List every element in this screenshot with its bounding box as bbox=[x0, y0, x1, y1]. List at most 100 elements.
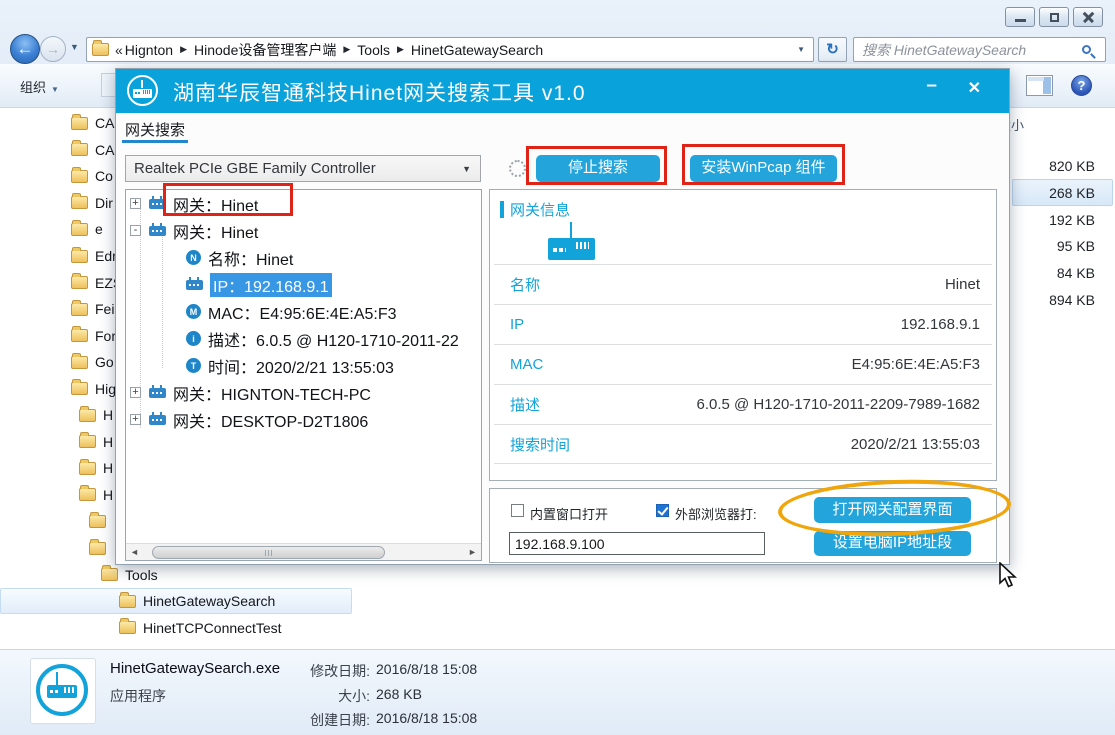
tree-row-description[interactable]: i 描述：6.0.5 @ H120-1710-2011-22 bbox=[126, 325, 481, 352]
app-icon bbox=[30, 658, 96, 724]
annotation-red-box-winpcap bbox=[682, 144, 845, 185]
toolbar-partial-button[interactable] bbox=[101, 73, 115, 97]
scroll-right-icon[interactable]: ► bbox=[464, 544, 481, 560]
dialog-minimize-button[interactable]: – bbox=[926, 75, 937, 97]
sidebar-folder-label: H bbox=[103, 434, 113, 450]
info-row-label: MAC bbox=[510, 356, 543, 373]
file-size-cell[interactable]: 820 KB bbox=[1012, 152, 1113, 179]
nav-history-dropdown[interactable]: ▼ bbox=[70, 42, 79, 52]
tree-label-selected: IP：192.168.9.1 bbox=[210, 273, 332, 297]
scrollbar-thumb[interactable] bbox=[152, 546, 385, 559]
router-icon bbox=[149, 388, 166, 398]
expander-icon[interactable]: + bbox=[130, 387, 141, 398]
file-size-cell[interactable]: 894 KB bbox=[1012, 286, 1113, 313]
breadcrumb-separator-icon: ▶ bbox=[397, 44, 404, 55]
file-size-cell[interactable]: 192 KB bbox=[1012, 206, 1113, 233]
folder-icon bbox=[79, 462, 96, 475]
tree-row-name[interactable]: N 名称：Hinet bbox=[126, 244, 481, 271]
file-size-cell[interactable]: 95 KB bbox=[1012, 232, 1113, 259]
expander-icon[interactable]: + bbox=[130, 414, 141, 425]
header-accent-bar bbox=[500, 201, 504, 218]
file-size-column: 820 KB 268 KB192 KB95 KB84 KB894 KB bbox=[1012, 152, 1113, 313]
info-row-label: 描述 bbox=[510, 394, 540, 415]
scroll-left-icon[interactable]: ◄ bbox=[126, 544, 143, 560]
back-arrow-icon: ← bbox=[17, 39, 34, 58]
file-size-cell[interactable]: 268 KB bbox=[1012, 179, 1113, 206]
folder-icon bbox=[79, 409, 96, 422]
sidebar-folder-label: Tools bbox=[125, 567, 158, 583]
window-close-button[interactable] bbox=[1073, 7, 1103, 27]
tree-row-mac[interactable]: M MAC：E4:95:6E:4E:A5:F3 bbox=[126, 298, 481, 325]
sidebar-folder-label: For bbox=[95, 328, 116, 344]
external-browser-checkbox[interactable] bbox=[656, 504, 669, 517]
window-maximize-button[interactable] bbox=[1039, 7, 1069, 27]
dialog-close-button[interactable]: ✕ bbox=[968, 78, 981, 98]
tree-row-gateway-desktop[interactable]: + 网关：DESKTOP-D2T1806 bbox=[126, 406, 481, 433]
info-row-label: IP bbox=[510, 316, 524, 333]
ip-address-input[interactable] bbox=[509, 532, 765, 555]
breadcrumb-overflow[interactable]: « bbox=[115, 42, 123, 58]
tree-row-time[interactable]: T 时间：2020/2/21 13:55:03 bbox=[126, 352, 481, 379]
nav-forward-button[interactable]: → bbox=[40, 36, 66, 62]
router-logo-icon bbox=[36, 664, 88, 716]
info-row-label: 名称 bbox=[510, 274, 540, 295]
breadcrumb-item-hinetgatewaysearch[interactable]: HinetGatewaySearch bbox=[411, 42, 543, 58]
dialog-titlebar[interactable]: 湖南华辰智通科技Hinet网关搜索工具 v1.0 – ✕ bbox=[116, 69, 1009, 113]
refresh-button[interactable]: ↻ bbox=[818, 37, 847, 62]
sidebar-folder-label: Go bbox=[95, 354, 114, 370]
expander-icon[interactable]: - bbox=[130, 225, 141, 236]
tree-row-gateway-hinet-2[interactable]: - 网关：Hinet bbox=[126, 217, 481, 244]
dialog-router-icon bbox=[127, 75, 158, 106]
tab-active-indicator bbox=[122, 140, 188, 143]
address-bar[interactable]: « Hignton ▶ Hinode设备管理客户端 ▶ Tools ▶ Hine… bbox=[86, 37, 814, 62]
tree-label: 网关：Hinet bbox=[173, 219, 258, 243]
breadcrumb-item-hignton[interactable]: Hignton bbox=[125, 42, 173, 58]
expander-icon[interactable]: + bbox=[130, 198, 141, 209]
tree-horizontal-scrollbar[interactable]: ◄ ► bbox=[126, 543, 481, 560]
tab-gateway-search[interactable]: 网关搜索 bbox=[125, 119, 185, 140]
search-box[interactable] bbox=[853, 37, 1106, 62]
address-dropdown-icon[interactable]: ▼ bbox=[797, 45, 805, 54]
file-size-cell[interactable]: 84 KB bbox=[1012, 259, 1113, 286]
info-row-value: E4:95:6E:4E:A5:F3 bbox=[852, 356, 980, 373]
sidebar-folder-item[interactable]: HinetTCPConnectTest bbox=[0, 614, 352, 641]
folder-icon bbox=[89, 542, 106, 555]
chevron-down-icon: ▼ bbox=[462, 164, 480, 174]
details-size-label: 大小: bbox=[288, 686, 370, 706]
time-marker-icon: T bbox=[186, 358, 201, 373]
sidebar-folder-label: H bbox=[103, 460, 113, 476]
tree-label: 时间：2020/2/21 13:55:03 bbox=[208, 354, 394, 378]
network-adapter-combobox[interactable]: Realtek PCIe GBE Family Controller ▼ bbox=[125, 155, 481, 182]
gateway-info-row: 名称 Hinet bbox=[494, 264, 992, 304]
breadcrumb-separator-icon: ▶ bbox=[180, 44, 187, 55]
minimize-icon bbox=[1015, 19, 1026, 22]
gateway-info-row: 搜索时间 2020/2/21 13:55:03 bbox=[494, 424, 992, 464]
sidebar-folder-label: Co bbox=[95, 168, 113, 184]
sidebar-folder-label: H bbox=[103, 487, 113, 503]
sidebar-folder-item[interactable]: Tools bbox=[0, 561, 352, 588]
router-icon bbox=[149, 226, 166, 236]
tree-label: 名称：Hinet bbox=[208, 246, 293, 270]
breadcrumb-item-hinode[interactable]: Hinode设备管理客户端 bbox=[194, 40, 336, 60]
file-size-value: 820 KB bbox=[1049, 158, 1095, 174]
breadcrumb-item-tools[interactable]: Tools bbox=[357, 42, 390, 58]
organize-button[interactable]: 组织▼ bbox=[20, 77, 59, 96]
tree-label: 网关：HIGNTON-TECH-PC bbox=[173, 381, 371, 405]
gateway-router-icon bbox=[548, 222, 608, 264]
change-view-icon[interactable] bbox=[1026, 75, 1053, 96]
gateway-info-row: 描述 6.0.5 @ H120-1710-2011-2209-7989-1682 bbox=[494, 384, 992, 424]
help-icon[interactable]: ? bbox=[1071, 75, 1092, 96]
gateway-info-header: 网关信息 bbox=[500, 199, 570, 220]
sidebar-folder-item[interactable]: HinetGatewaySearch bbox=[0, 588, 352, 615]
search-input[interactable] bbox=[854, 42, 1082, 58]
folder-icon bbox=[71, 276, 88, 289]
tree-row-gateway-higntontechpc[interactable]: + 网关：HIGNTON-TECH-PC bbox=[126, 379, 481, 406]
info-row-label: 搜索时间 bbox=[510, 434, 570, 455]
folder-icon bbox=[119, 595, 136, 608]
tree-row-ip[interactable]: IP：192.168.9.1 bbox=[126, 271, 481, 298]
nav-back-button[interactable]: ← bbox=[10, 34, 40, 64]
name-marker-icon: N bbox=[186, 250, 201, 265]
builtin-window-checkbox[interactable] bbox=[511, 504, 524, 517]
window-minimize-button[interactable] bbox=[1005, 7, 1035, 27]
sidebar-folder-label: HinetGatewaySearch bbox=[143, 593, 275, 609]
